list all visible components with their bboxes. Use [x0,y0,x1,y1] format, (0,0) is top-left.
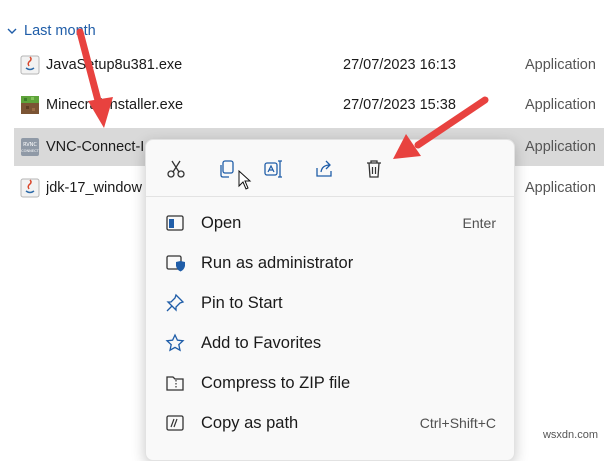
file-name: MinecraftInstaller.exe [46,97,184,113]
menu-item-label: Run as administrator [201,253,354,272]
chevron-down-icon [7,28,17,34]
share-icon [316,160,332,177]
trash-icon [367,160,381,178]
file-date: 27/07/2023 16:13 [343,57,456,73]
group-header-label: Last month [24,23,96,39]
copy-icon [220,160,234,178]
menu-item-compress-to-zip[interactable]: Compress to ZIP file [156,364,506,402]
file-type: Application [525,97,596,113]
scissors-icon [167,160,185,178]
file-date: 27/07/2023 15:38 [343,97,456,113]
file-row[interactable]: MinecraftInstaller.exe 27/07/2023 15:38 … [14,86,604,124]
delete-button[interactable] [359,154,389,184]
menu-item-open[interactable]: Open Enter [156,204,506,242]
context-menu: Open Enter Run as administrator Pin to S… [145,139,515,461]
vnc-icon: RVNC CONNECT [21,138,40,156]
svg-text:CONNECT: CONNECT [21,149,39,153]
rename-button[interactable] [259,154,289,184]
file-type: Application [525,139,596,155]
menu-item-shortcut: Ctrl+Shift+C [419,415,496,431]
menu-item-label: Compress to ZIP file [201,373,351,392]
file-type: Application [525,57,596,73]
zip-folder-icon [164,372,186,394]
menu-item-label: Copy as path [201,413,299,432]
java-icon [20,55,40,75]
context-menu-toolbar [146,140,514,198]
file-type: Application [525,180,596,196]
minecraft-icon [21,96,39,114]
menu-item-label: Add to Favorites [201,333,322,352]
share-button[interactable] [309,154,339,184]
shield-window-icon [164,252,186,274]
menu-item-pin-to-start[interactable]: Pin to Start [156,284,506,322]
open-window-icon [164,212,186,234]
group-header-last-month[interactable]: Last month [6,20,96,42]
watermark: wsxdn.com [542,429,598,441]
menu-item-add-to-favorites[interactable]: Add to Favorites [156,324,506,362]
menu-item-label: Pin to Start [201,293,283,312]
pin-icon [164,292,186,314]
menu-item-label: Open [201,213,242,232]
menu-item-copy-as-path[interactable]: Copy as path Ctrl+Shift+C [156,404,506,442]
copy-path-icon [164,412,186,434]
rename-icon [264,160,282,178]
vnc-icon-text: RVNC [23,142,37,148]
menu-divider [146,196,514,197]
file-row[interactable]: JavaSetup8u381.exe 27/07/2023 16:13 Appl… [14,46,604,84]
cut-button[interactable] [161,154,191,184]
java-icon [20,178,40,198]
file-name: JavaSetup8u381.exe [46,57,183,73]
mouse-cursor-icon [238,170,252,190]
star-icon [164,332,186,354]
copy-button[interactable] [211,154,241,184]
menu-item-shortcut: Enter [462,215,496,231]
menu-item-run-as-administrator[interactable]: Run as administrator [156,244,506,282]
